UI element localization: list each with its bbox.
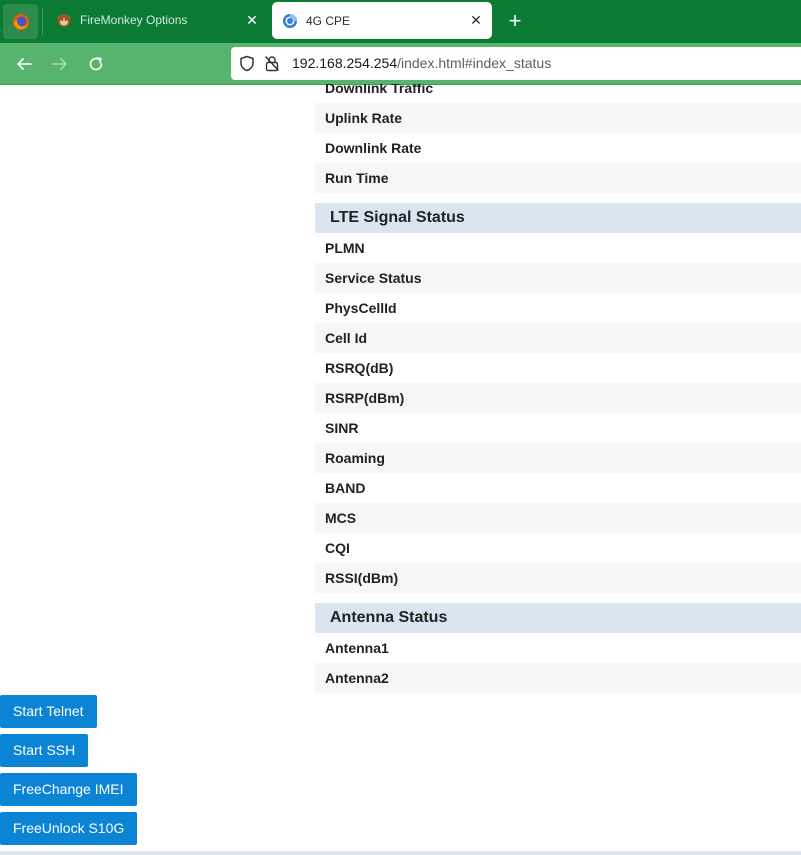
close-tab-icon[interactable]: ✕	[466, 11, 486, 31]
tab-title: 4G CPE	[306, 13, 351, 28]
reload-icon	[89, 57, 103, 71]
start-telnet-button[interactable]: Start Telnet	[0, 695, 97, 728]
status-row-mcs: MCS	[315, 503, 801, 533]
tab-separator	[42, 8, 43, 35]
status-row-rssi: RSSI(dBm)	[315, 563, 801, 593]
status-row-run-time: Run Time	[315, 163, 801, 193]
status-row-rsrq: RSRQ(dB)	[325, 360, 394, 376]
status-row-rsrp: RSRP(dBm)	[315, 383, 801, 413]
status-table: Downlink Traffic Uplink Rate Downlink Ra…	[315, 84, 801, 693]
lte-signal-status-header: LTE Signal Status	[315, 203, 801, 233]
url-path: /index.html#index_status	[397, 55, 552, 71]
reload-button[interactable]	[83, 51, 109, 77]
address-bar[interactable]: 192.168.254.254/index.html#index_status	[231, 47, 801, 80]
back-button[interactable]	[11, 51, 37, 77]
tab-title: FireMonkey Options	[80, 13, 188, 27]
forward-arrow-icon	[52, 58, 67, 70]
url-text[interactable]: 192.168.254.254/index.html#index_status	[292, 55, 551, 71]
status-row-service-status: Service Status	[315, 263, 801, 293]
status-row-uplink-rate: Uplink Rate	[315, 103, 801, 133]
status-row-roaming: Roaming	[315, 443, 801, 473]
status-row-downlink-rate: Downlink Rate	[325, 140, 422, 156]
monkey-icon	[57, 14, 71, 27]
back-arrow-icon	[17, 58, 32, 70]
shield-icon[interactable]	[239, 55, 255, 72]
status-row-cell-id: Cell Id	[315, 323, 801, 353]
status-row-antenna1: Antenna1	[325, 640, 389, 656]
firefox-icon	[12, 13, 29, 30]
tab-bar: FireMonkey Options ✕ 4G CPE ✕ +	[0, 0, 801, 43]
status-row-cqi: CQI	[325, 540, 350, 556]
status-row-plmn: PLMN	[325, 240, 365, 256]
bottom-border	[0, 851, 801, 855]
status-row-antenna2: Antenna2	[315, 663, 801, 693]
tab-firemonkey-options[interactable]: FireMonkey Options ✕	[46, 0, 268, 40]
freeunlock-s10g-button[interactable]: FreeUnlock S10G	[0, 812, 138, 845]
close-tab-icon[interactable]: ✕	[242, 10, 262, 30]
status-row-physcellid: PhysCellId	[325, 300, 397, 316]
antenna-status-header: Antenna Status	[315, 603, 801, 633]
insecure-lock-icon[interactable]	[264, 55, 280, 72]
url-host: 192.168.254.254	[292, 55, 398, 71]
forward-button[interactable]	[47, 51, 73, 77]
start-ssh-button[interactable]: Start SSH	[0, 734, 89, 767]
globe-icon	[283, 13, 297, 28]
new-tab-button[interactable]: +	[502, 8, 528, 34]
status-row-downlink-traffic: Downlink Traffic	[325, 84, 434, 96]
status-row-sinr: SINR	[325, 420, 359, 436]
status-row-band: BAND	[325, 480, 366, 496]
browser-menu-button[interactable]	[3, 4, 38, 39]
tab-4g-cpe[interactable]: 4G CPE ✕	[272, 2, 492, 39]
freechange-imei-button[interactable]: FreeChange IMEI	[0, 773, 137, 806]
page-content: Downlink Traffic Uplink Rate Downlink Ra…	[0, 84, 801, 855]
